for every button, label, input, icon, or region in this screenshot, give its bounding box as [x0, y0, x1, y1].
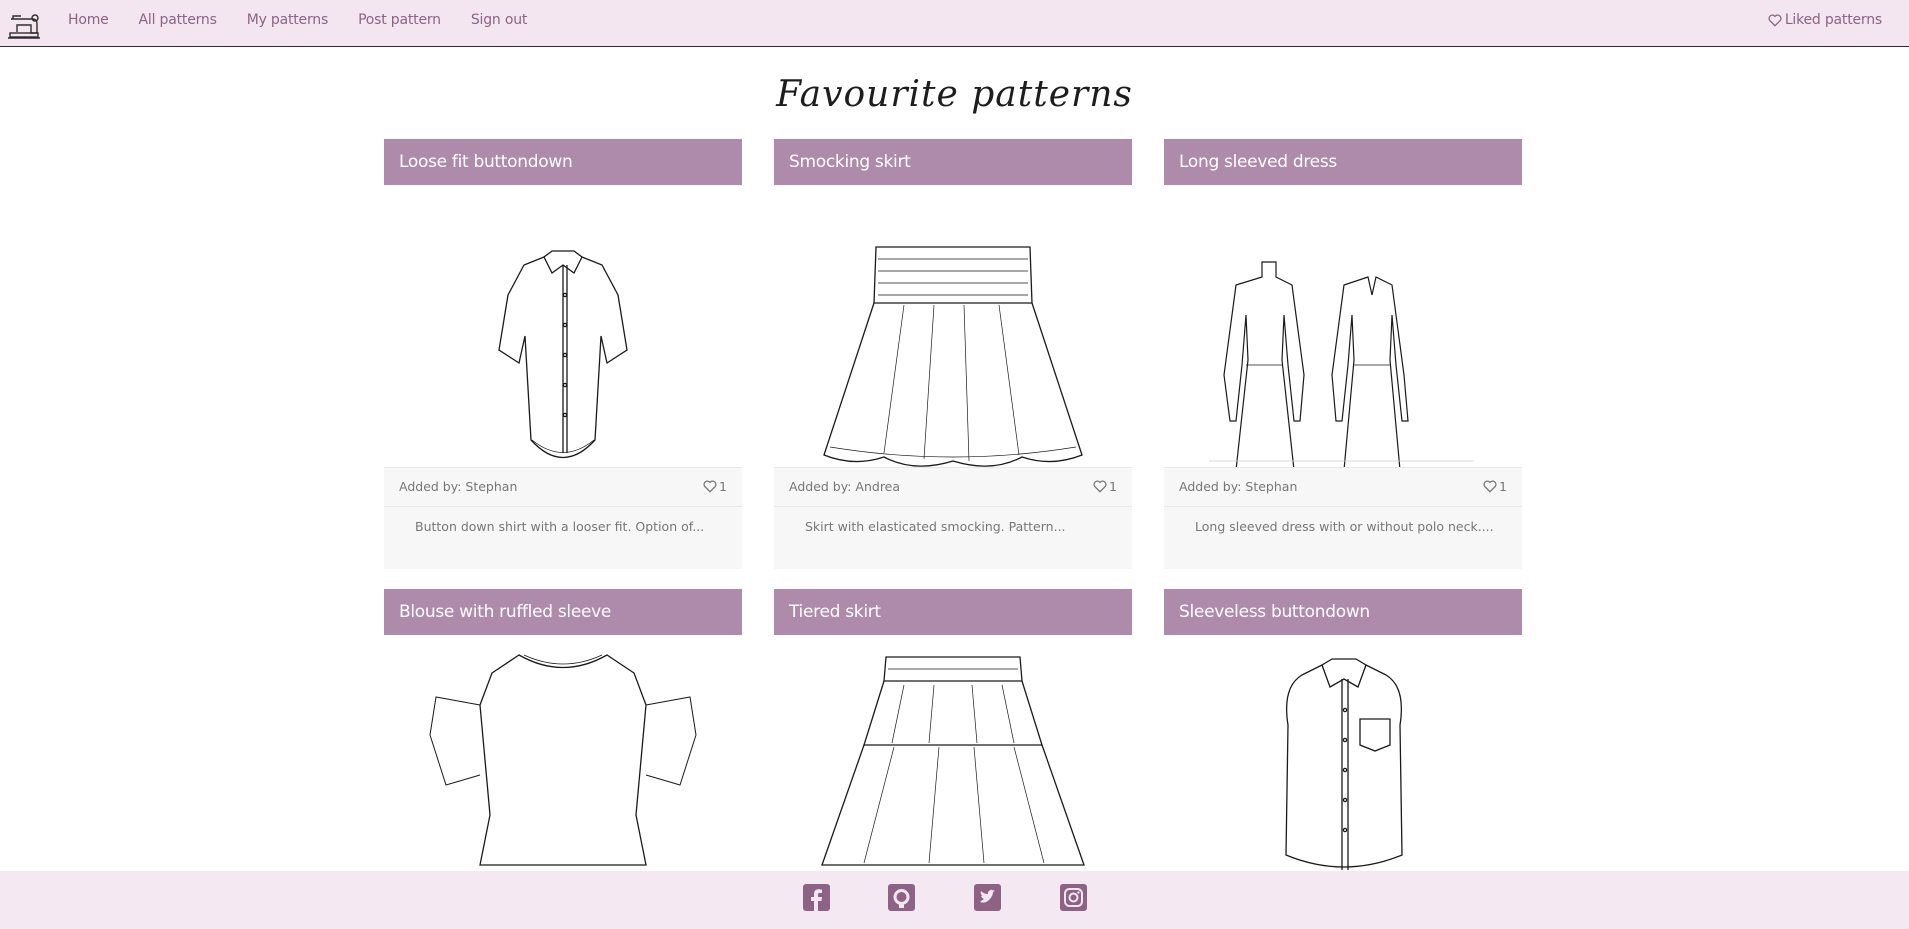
navbar: Home All patterns My patterns Post patte…	[0, 0, 1909, 47]
sewing-machine-icon[interactable]	[7, 9, 41, 41]
instagram-icon[interactable]	[1060, 884, 1087, 911]
liked-patterns-link[interactable]: Liked patterns	[1768, 0, 1882, 40]
heart-outline-icon	[1483, 480, 1497, 493]
nav-all-patterns-link[interactable]: All patterns	[139, 12, 217, 28]
nav-home-link[interactable]: Home	[68, 12, 109, 28]
card-title[interactable]: Blouse with ruffled sleeve	[384, 589, 742, 635]
heart-outline-icon	[1093, 480, 1107, 493]
card-title[interactable]: Sleeveless buttondown	[1164, 589, 1522, 635]
card-meta: Added by: Andrea 1	[774, 467, 1132, 507]
twitter-icon[interactable]	[974, 884, 1001, 911]
card-likes[interactable]: 1	[1093, 479, 1117, 494]
heart-outline-icon	[1768, 14, 1782, 27]
pattern-image-dress[interactable]	[1164, 185, 1522, 467]
facebook-icon[interactable]	[803, 884, 830, 911]
github-icon[interactable]	[888, 884, 915, 911]
card-author: Added by: Stephan	[399, 479, 518, 494]
card-description: Long sleeved dress with or without polo …	[1164, 507, 1522, 569]
card-title[interactable]: Tiered skirt	[774, 589, 1132, 635]
pattern-card[interactable]: Long sleeved dress Added by: Stephan 1 L…	[1164, 139, 1522, 569]
card-meta: Added by: Stephan 1	[1164, 467, 1522, 507]
pattern-image-smocking-skirt[interactable]	[774, 185, 1132, 467]
liked-patterns-label: Liked patterns	[1784, 12, 1882, 28]
heart-outline-icon	[703, 480, 717, 493]
card-description: Skirt with elasticated smocking. Pattern…	[774, 507, 1132, 569]
card-likes[interactable]: 1	[703, 479, 727, 494]
footer	[0, 871, 1909, 929]
pattern-card[interactable]: Loose fit buttondown Added by: Stephan 1…	[384, 139, 742, 569]
card-like-count: 1	[719, 479, 727, 494]
pattern-card[interactable]: Blouse with ruffled sleeve	[384, 589, 742, 917]
card-title[interactable]: Long sleeved dress	[1164, 139, 1522, 185]
nav-sign-out-link[interactable]: Sign out	[471, 12, 528, 28]
pattern-image-shirt[interactable]	[384, 185, 742, 467]
nav-my-patterns-link[interactable]: My patterns	[247, 12, 329, 28]
card-meta: Added by: Stephan 1	[384, 467, 742, 507]
card-like-count: 1	[1109, 479, 1117, 494]
pattern-card[interactable]: Sleeveless buttondown	[1164, 589, 1522, 917]
card-title[interactable]: Smocking skirt	[774, 139, 1132, 185]
card-like-count: 1	[1499, 479, 1507, 494]
card-author: Added by: Stephan	[1179, 479, 1298, 494]
card-title[interactable]: Loose fit buttondown	[384, 139, 742, 185]
page-title: Favourite patterns	[776, 74, 1133, 115]
card-likes[interactable]: 1	[1483, 479, 1507, 494]
nav-post-pattern-link[interactable]: Post pattern	[358, 12, 441, 28]
pattern-card[interactable]: Smocking skirt Added by: Andrea 1 Skirt …	[774, 139, 1132, 569]
card-description: Button down shirt with a looser fit. Opt…	[384, 507, 742, 569]
card-author: Added by: Andrea	[789, 479, 901, 494]
pattern-card[interactable]: Tiered skirt	[774, 589, 1132, 917]
